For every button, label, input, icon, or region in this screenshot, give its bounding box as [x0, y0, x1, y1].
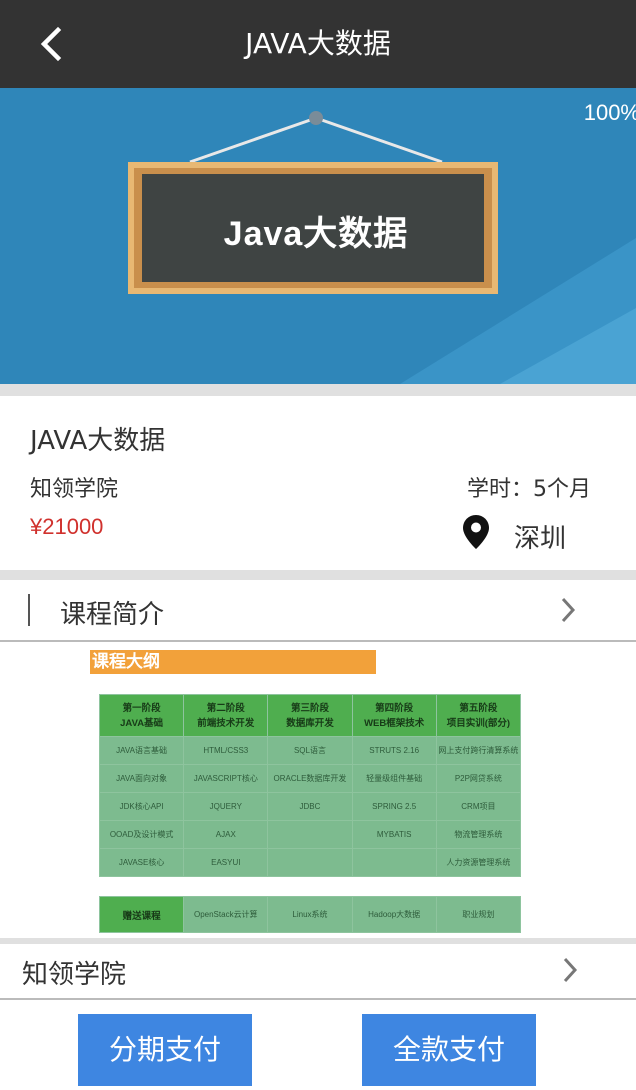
- outline-row: JAVA面向对象 JAVASCRIPT核心 ORACLE数据库开发 轻量级组件基…: [98, 764, 522, 793]
- outline-cell: OOAD及设计模式: [98, 820, 185, 849]
- outline-row: OOAD及设计模式 AJAX MYBATIS 物流管理系统: [98, 820, 522, 849]
- outline-cell: 轻量级组件基础: [351, 764, 437, 793]
- school-name: 知领学院: [30, 477, 119, 502]
- outline-cell: 网上支付跨行清算系统: [435, 736, 522, 765]
- stage-header: 第一阶段 JAVA基础: [98, 694, 185, 737]
- course-city: 深圳: [514, 524, 567, 554]
- bonus-cell: Linux系统: [267, 896, 353, 933]
- section-marker: [28, 594, 30, 626]
- outline-row: JDK核心API JQUERY JDBC SPRING 2.5 CRM项目: [98, 792, 522, 821]
- outline-cell: JDBC: [267, 792, 353, 821]
- course-hours: 学时：5个月: [467, 477, 591, 502]
- banner-board-text: Java大数据: [223, 215, 409, 253]
- installment-pay-button[interactable]: 分期支付: [78, 1014, 252, 1086]
- course-intro-row[interactable]: 课程简介: [0, 580, 636, 642]
- bonus-cell: 职业规划: [435, 896, 522, 933]
- outline-cell: JDK核心API: [98, 792, 185, 821]
- outline-cell: ORACLE数据库开发: [267, 764, 353, 793]
- course-title: JAVA大数据: [30, 426, 166, 456]
- outline-cell: EASYUI: [183, 848, 269, 877]
- location-pin-icon: [463, 515, 489, 549]
- course-price: ¥21000: [30, 514, 104, 539]
- bonus-cell: OpenStack云计算: [183, 896, 269, 933]
- bonus-table: 赠送课程 OpenStack云计算 Linux系统 Hadoop大数据 职业规划: [98, 896, 522, 933]
- outline-cell: JQUERY: [183, 792, 269, 821]
- stage-header: 第二阶段 前端技术开发: [183, 694, 269, 737]
- divider: [0, 570, 636, 580]
- divider: [0, 384, 636, 396]
- course-outline: 课程大纲 第一阶段 JAVA基础 第二阶段 前端技术开发 第三阶段 数据库开发 第四阶…: [0, 644, 636, 938]
- stage-header: 第三阶段 数据库开发: [267, 694, 353, 737]
- full-pay-button[interactable]: 全款支付: [362, 1014, 536, 1086]
- outline-cell: JAVASE核心: [98, 848, 185, 877]
- outline-cell: [267, 820, 353, 849]
- outline-cell: HTML/CSS3: [183, 736, 269, 765]
- chevron-right-icon: [563, 957, 578, 983]
- outline-row: JAVASE核心 EASYUI 人力资源管理系统: [98, 848, 522, 877]
- outline-heading: 课程大纲: [90, 650, 376, 674]
- outline-header-row: 第一阶段 JAVA基础 第二阶段 前端技术开发 第三阶段 数据库开发 第四阶段 WEB框…: [98, 694, 522, 737]
- bonus-row: 赠送课程 OpenStack云计算 Linux系统 Hadoop大数据 职业规划: [98, 896, 522, 933]
- top-bar: JAVA大数据: [0, 0, 636, 88]
- stage-header: 第四阶段 WEB框架技术: [351, 694, 437, 737]
- outline-cell: SQL语言: [267, 736, 353, 765]
- bonus-cell: Hadoop大数据: [351, 896, 437, 933]
- outline-cell: AJAX: [183, 820, 269, 849]
- course-intro-label: 课程简介: [60, 600, 165, 630]
- outline-cell: 人力资源管理系统: [435, 848, 522, 877]
- outline-cell: CRM项目: [435, 792, 522, 821]
- outline-cell: 物流管理系统: [435, 820, 522, 849]
- outline-table: 第一阶段 JAVA基础 第二阶段 前端技术开发 第三阶段 数据库开发 第四阶段 WEB框…: [98, 694, 522, 877]
- outline-row: JAVA语言基础 HTML/CSS3 SQL语言 STRUTS 2.16 网上支…: [98, 736, 522, 765]
- page-title: JAVA大数据: [245, 27, 391, 60]
- outline-cell: SPRING 2.5: [351, 792, 437, 821]
- course-banner: 100% Java大数据: [0, 88, 636, 384]
- outline-cell: [267, 848, 353, 877]
- school-row[interactable]: 知领学院: [0, 944, 636, 1000]
- course-info: JAVA大数据 知领学院 ¥21000 学时：5个月 深圳: [0, 396, 636, 570]
- outline-cell: JAVA面向对象: [98, 764, 185, 793]
- bonus-label: 赠送课程: [98, 896, 185, 933]
- chevron-right-icon: [561, 597, 576, 623]
- outline-cell: STRUTS 2.16: [351, 736, 437, 765]
- school-row-label: 知领学院: [22, 960, 127, 990]
- outline-cell: P2P网贷系统: [435, 764, 522, 793]
- outline-cell: [351, 848, 437, 877]
- outline-cell: JAVA语言基础: [98, 736, 185, 765]
- progress-percent: 100%: [583, 100, 636, 125]
- stage-header: 第五阶段 项目实训(部分): [435, 694, 522, 737]
- outline-cell: JAVASCRIPT核心: [183, 764, 269, 793]
- outline-cell: MYBATIS: [351, 820, 437, 849]
